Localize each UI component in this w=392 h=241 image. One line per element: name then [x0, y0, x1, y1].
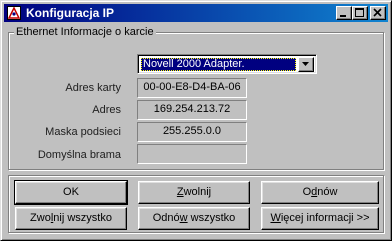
more-info-button[interactable]: Więcej informacji >> [261, 207, 379, 230]
maximize-icon [355, 8, 364, 17]
renew-all-accesskey: w [179, 212, 188, 224]
subnet-mask-label: Maska podsieci [45, 126, 121, 138]
adapter-dropdown-button[interactable] [298, 57, 314, 72]
maximize-button[interactable] [352, 6, 368, 20]
window-title: Konfiguracja IP [26, 6, 115, 20]
close-icon [373, 8, 382, 17]
title-bar[interactable]: Konfiguracja IP [4, 4, 388, 22]
release-accesskey: Z [176, 186, 184, 198]
release-button[interactable]: Zwolnij [138, 181, 250, 204]
minimize-icon [340, 15, 346, 17]
renew-button[interactable]: Odnów [261, 181, 379, 204]
default-gateway-value [137, 144, 247, 164]
adapter-selected-value: Novell 2000 Adapter. [141, 58, 296, 71]
group-title: Ethernet Informacje o karcie [14, 25, 156, 39]
ip-config-icon [7, 6, 21, 20]
default-gateway-label: Domyślna brama [37, 149, 121, 161]
card-address-value: 00-00-E8-D4-BA-06 [137, 78, 247, 98]
ip-config-window: Konfiguracja IP Ethernet Informacje o ka… [0, 0, 392, 241]
card-address-label: Adres karty [65, 82, 121, 94]
chevron-down-icon [302, 62, 309, 66]
more-info-accesskey: W [270, 212, 281, 224]
release-all-button[interactable]: Zwolnij wszystko [15, 207, 127, 230]
ip-address-value: 169.254.213.72 [137, 100, 247, 120]
ip-address-label: Adres [92, 104, 121, 116]
close-button[interactable] [370, 6, 386, 20]
renew-all-button[interactable]: Odnów wszystko [138, 207, 250, 230]
adapter-select[interactable]: Novell 2000 Adapter. [137, 54, 317, 74]
ok-button[interactable]: OK [14, 180, 128, 205]
minimize-button[interactable] [336, 6, 352, 20]
subnet-mask-value: 255.255.0.0 [137, 122, 247, 142]
ok-button-label: OK [63, 186, 79, 198]
